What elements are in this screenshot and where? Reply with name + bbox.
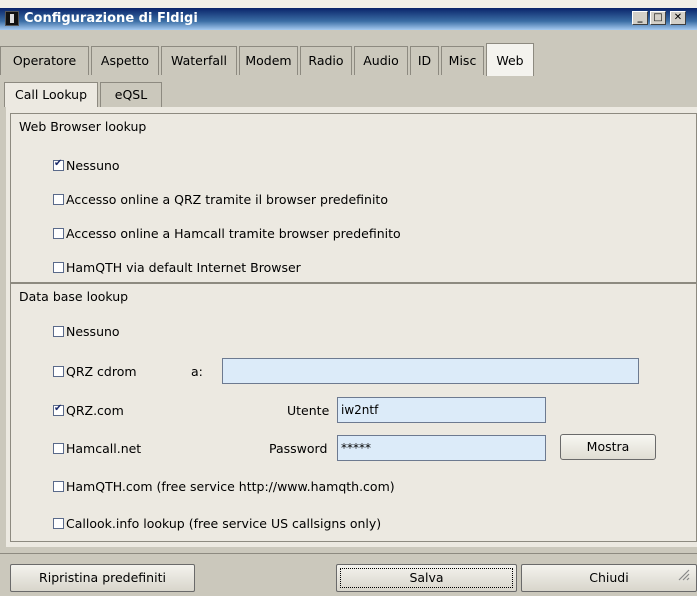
subtab-eqsl[interactable]: eQSL: [100, 82, 162, 107]
title-bar[interactable]: Configurazione di Fldigi _ □ ✕: [0, 8, 697, 30]
checkbox[interactable]: [53, 403, 64, 416]
app-icon: [5, 11, 19, 26]
show-password-button[interactable]: Mostra: [560, 434, 656, 460]
tab-waterfall[interactable]: Waterfall: [161, 46, 237, 75]
tab-id[interactable]: ID: [410, 46, 439, 75]
tab-radio[interactable]: Radio: [300, 46, 352, 75]
option-label: Hamcall.net: [66, 441, 142, 456]
option-label: Accesso online a Hamcall tramite browser…: [66, 226, 401, 241]
window-title: Configurazione di Fldigi: [24, 11, 198, 26]
db-option-nessuno[interactable]: Nessuno: [53, 324, 120, 339]
option-label: QRZ.com: [66, 403, 124, 418]
option-label: Accesso online a QRZ tramite il browser …: [66, 192, 388, 207]
web-option-qrz-browser[interactable]: Accesso online a QRZ tramite il browser …: [53, 192, 388, 207]
cdrom-path-label: a:: [191, 364, 203, 379]
option-label: Nessuno: [66, 158, 120, 173]
group-title: Web Browser lookup: [19, 119, 147, 134]
password-label: Password: [269, 441, 328, 456]
password-field[interactable]: [337, 435, 546, 461]
checkbox[interactable]: [53, 262, 64, 273]
user-label: Utente: [287, 403, 330, 418]
db-option-hamcall[interactable]: Hamcall.net: [53, 441, 141, 456]
option-label: Nessuno: [66, 324, 120, 339]
maximize-button[interactable]: □: [650, 11, 666, 25]
restore-defaults-button[interactable]: Ripristina predefiniti: [10, 564, 195, 592]
cdrom-path-field[interactable]: [222, 358, 639, 384]
web-option-hamqth-browser[interactable]: HamQTH via default Internet Browser: [53, 260, 301, 275]
group-title: Data base lookup: [19, 289, 129, 304]
checkbox[interactable]: [53, 158, 64, 171]
checkbox[interactable]: [53, 228, 64, 239]
checkbox[interactable]: [53, 481, 64, 492]
background-strip: [0, 0, 697, 8]
db-option-qrz-cdrom[interactable]: QRZ cdrom: [53, 364, 137, 379]
checkbox[interactable]: [53, 443, 64, 454]
footer-bar: Ripristina predefiniti Salva Chiudi: [0, 553, 697, 596]
database-lookup-group: Data base lookup Nessuno QRZ cdrom a: QR…: [10, 283, 697, 542]
tab-operatore[interactable]: Operatore: [0, 46, 89, 75]
resize-grip-icon[interactable]: [677, 568, 691, 582]
subtab-call-lookup[interactable]: Call Lookup: [4, 82, 98, 107]
option-label: QRZ cdrom: [66, 364, 137, 379]
tab-web[interactable]: Web: [486, 43, 534, 76]
save-button[interactable]: Salva: [336, 564, 517, 592]
web-browser-lookup-group: Web Browser lookup Nessuno Accesso onlin…: [10, 113, 697, 283]
minimize-button[interactable]: _: [632, 11, 648, 25]
option-label: HamQTH.com (free service http://www.hamq…: [66, 479, 395, 494]
close-button[interactable]: ✕: [670, 11, 686, 25]
checkbox[interactable]: [53, 326, 64, 337]
option-label: Callook.info lookup (free service US cal…: [66, 516, 382, 531]
db-option-qrz-com[interactable]: QRZ.com: [53, 403, 124, 418]
close-dialog-button[interactable]: Chiudi: [521, 564, 697, 592]
db-option-hamqth[interactable]: HamQTH.com (free service http://www.hamq…: [53, 479, 395, 494]
tab-modem[interactable]: Modem: [239, 46, 298, 75]
tab-aspetto[interactable]: Aspetto: [91, 46, 159, 75]
option-label: HamQTH via default Internet Browser: [66, 260, 301, 275]
checkbox[interactable]: [53, 518, 64, 529]
db-option-callook[interactable]: Callook.info lookup (free service US cal…: [53, 516, 381, 531]
checkbox[interactable]: [53, 194, 64, 205]
user-field[interactable]: [337, 397, 546, 423]
web-option-hamcall-browser[interactable]: Accesso online a Hamcall tramite browser…: [53, 226, 401, 241]
web-option-nessuno[interactable]: Nessuno: [53, 158, 120, 173]
tab-audio[interactable]: Audio: [354, 46, 408, 75]
checkbox[interactable]: [53, 366, 64, 377]
tab-misc[interactable]: Misc: [441, 46, 484, 75]
focus-indicator: [340, 568, 513, 588]
